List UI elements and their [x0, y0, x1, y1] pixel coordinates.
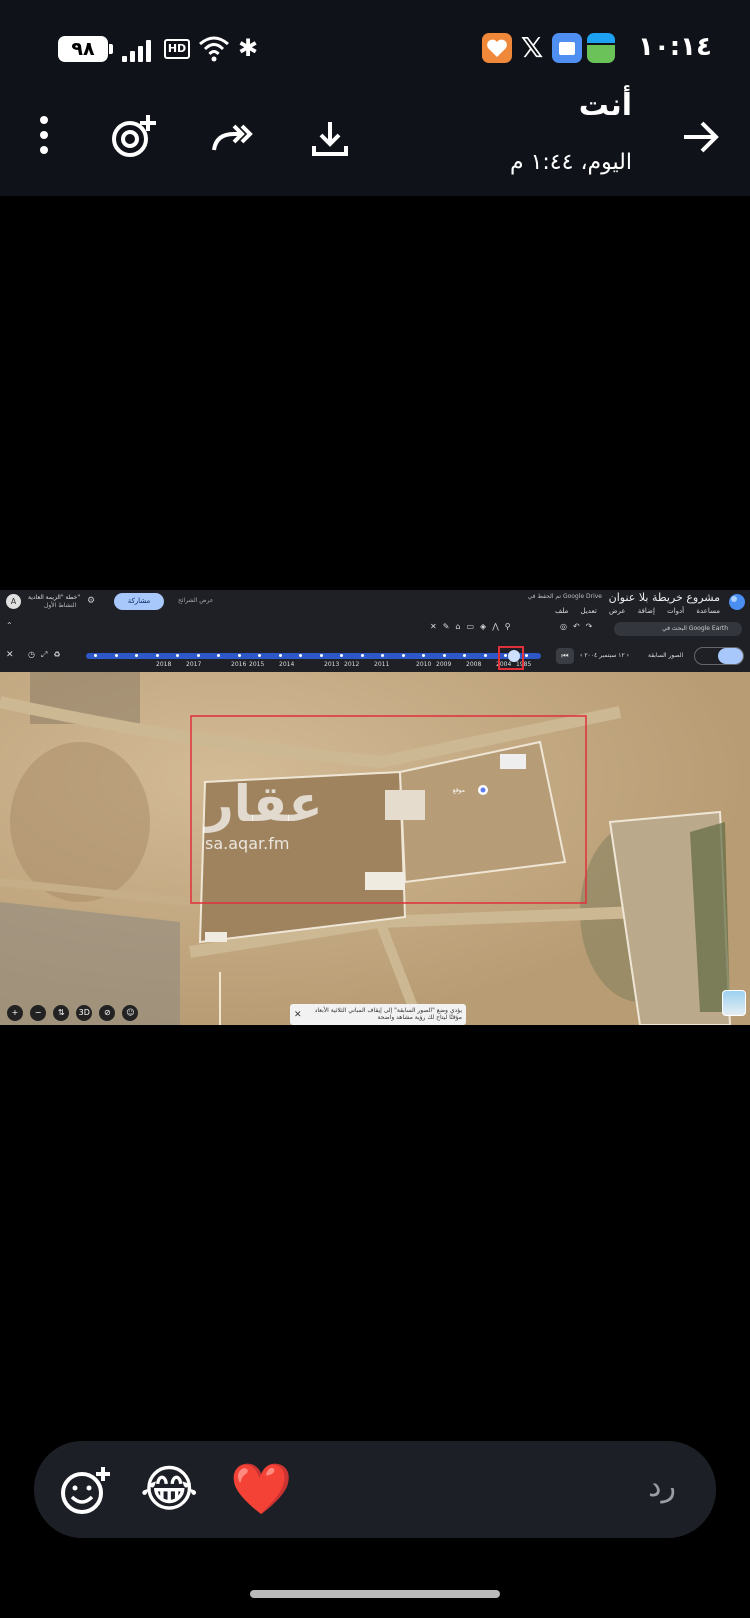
timeline-year-label[interactable]: 2008	[466, 661, 481, 668]
drive-status: تم الحفظ في Google Drive	[527, 593, 602, 600]
message-timestamp: اليوم، ١:٤٤ م	[509, 150, 632, 175]
download-icon[interactable]	[310, 118, 350, 158]
timeline-tick	[278, 654, 282, 657]
timeline-tick	[217, 654, 220, 657]
bluetooth-icon: ✱	[238, 34, 259, 62]
timeline-tick	[155, 654, 159, 657]
highlight-box	[498, 646, 524, 670]
files-app-icon	[552, 33, 582, 63]
timeline-tick	[422, 654, 425, 657]
status-bar: ٩٨ HD ✱ 𝕏 ١٠:١٤	[0, 30, 750, 70]
view-toggle[interactable]	[694, 647, 744, 665]
heart-app-icon	[482, 33, 512, 63]
timeline-year-label[interactable]: 2017	[186, 661, 201, 668]
menu-bar: مساعدة أدوات إضافة عرض تعديل ملف	[545, 607, 720, 615]
menu-item[interactable]: ملف	[555, 607, 568, 615]
timeline-tick	[258, 654, 261, 657]
search-input[interactable]: البحث في Google Earth	[614, 622, 742, 636]
reply-input[interactable]: رد	[648, 1469, 676, 1504]
battery-indicator: ٩٨	[58, 36, 113, 62]
timeline-tick	[463, 654, 466, 657]
timeline-tick	[381, 654, 384, 657]
laughing-emoji-button[interactable]: 😂	[140, 1460, 198, 1518]
shared-image[interactable]: مشروع خريطة بلا عنوان تم الحفظ في Google…	[0, 590, 750, 1025]
watermark-url: sa.aqar.fm	[205, 834, 290, 853]
back-arrow-icon[interactable]	[682, 119, 720, 155]
account-plan: خطة "الزيمة العادية"	[28, 594, 81, 601]
timeline-tick	[360, 654, 364, 657]
first-image-button[interactable]: ⏮	[556, 648, 574, 664]
timeline-nav-label: الصور السابقة	[648, 652, 684, 659]
timeline-tick	[114, 654, 118, 657]
map-tools[interactable]: ✕✎⌂▭◈⋀⚲	[430, 622, 517, 631]
menu-item[interactable]: أدوات	[667, 607, 684, 615]
hd-badge: HD	[164, 39, 190, 59]
timeline-tick	[483, 654, 487, 657]
layer-thumbnail[interactable]	[722, 990, 746, 1016]
timeline-tick	[196, 654, 200, 657]
present-button[interactable]: عرض الشرائح	[178, 597, 213, 604]
timeline-tick	[319, 654, 323, 657]
close-timeline-icon[interactable]: ✕	[6, 650, 14, 660]
wifi-icon	[199, 36, 229, 62]
timeline-year-label[interactable]: 2010	[416, 661, 431, 668]
timeline-year-label[interactable]: 2014	[279, 661, 294, 668]
timeline-tick	[176, 654, 179, 657]
settings-icon[interactable]: ⚙	[87, 596, 95, 606]
timeline-tick	[94, 654, 97, 657]
share-button[interactable]: مشاركة	[114, 593, 164, 610]
more-vert-icon[interactable]	[36, 115, 52, 155]
timeline-year-label[interactable]: 2018	[156, 661, 171, 668]
timeline-tick	[524, 654, 528, 657]
close-notice-icon[interactable]: ✕	[294, 1010, 302, 1020]
satellite-map[interactable]: موقع	[0, 672, 750, 1025]
timeline-years: 2018 2017 2016 2015 2014 2013 2012 2011 2010 2009…	[86, 661, 541, 669]
timeline-year-label[interactable]: 2012	[344, 661, 359, 668]
timeline-year-label[interactable]: 2013	[324, 661, 339, 668]
reply-bar[interactable]: 😂 ❤️ رد	[34, 1441, 716, 1538]
timeline-tick	[401, 654, 405, 657]
menu-item[interactable]: مساعدة	[696, 607, 720, 615]
chat-header: ٩٨ HD ✱ 𝕏 ١٠:١٤ أنت اليوم، ١:٤٤ م	[0, 0, 750, 196]
svg-text:موقع: موقع	[453, 787, 465, 794]
timeline-year-label[interactable]: 2011	[374, 661, 389, 668]
x-app-icon: 𝕏	[520, 31, 544, 64]
timeline-tick	[135, 654, 138, 657]
timeline-tick	[237, 654, 241, 657]
home-indicator[interactable]	[250, 1590, 500, 1598]
zoom-out-button[interactable]: −	[30, 1005, 47, 1021]
forward-icon[interactable]	[210, 120, 254, 154]
timeline-tick	[299, 654, 302, 657]
timeline-date: ‹ ١٢ سبتمبر ٢٠٠٤ ›	[580, 652, 630, 659]
timeline-year-label[interactable]: 2016	[231, 661, 246, 668]
google-earth-toolbar: مشروع خريطة بلا عنوان تم الحفظ في Google…	[0, 590, 750, 672]
add-reaction-icon[interactable]	[110, 113, 158, 159]
collapse-icon[interactable]: ⌃	[6, 621, 13, 630]
timeline-tools[interactable]: ◷⤢♻	[28, 650, 67, 660]
earth-logo-icon	[729, 594, 745, 610]
menu-item[interactable]: عرض	[609, 607, 626, 615]
timeline-slider[interactable]	[86, 653, 541, 659]
timeline-year-label[interactable]: 2015	[249, 661, 264, 668]
timeline-tick	[442, 654, 446, 657]
zoom-in-button[interactable]: +	[7, 1005, 23, 1021]
project-title[interactable]: مشروع خريطة بلا عنوان	[609, 591, 720, 604]
heart-emoji-button[interactable]: ❤️	[230, 1460, 292, 1518]
watermark-logo: عقار	[205, 775, 323, 833]
app-flag-icon	[587, 33, 615, 63]
contact-name[interactable]: أنت	[579, 88, 632, 123]
clock: ١٠:١٤	[638, 32, 712, 62]
map-controls: + − ⇅ 3D ⊘ ☺	[7, 1000, 140, 1021]
menu-item[interactable]: إضافة	[638, 607, 655, 615]
timeline-tick	[340, 654, 343, 657]
account-sub: النشاط الأول	[44, 602, 77, 609]
menu-item[interactable]: تعديل	[581, 607, 597, 615]
avatar[interactable]: A	[6, 594, 21, 609]
add-emoji-icon[interactable]	[60, 1465, 112, 1517]
signal-icon	[122, 38, 158, 62]
timeline-year-label[interactable]: 2009	[436, 661, 451, 668]
history-controls[interactable]: ◎↶↷	[560, 622, 598, 631]
historical-imagery-notice: ✕ يؤدي وضع "الصور السابقة" إلى إيقاف الم…	[290, 1004, 466, 1025]
